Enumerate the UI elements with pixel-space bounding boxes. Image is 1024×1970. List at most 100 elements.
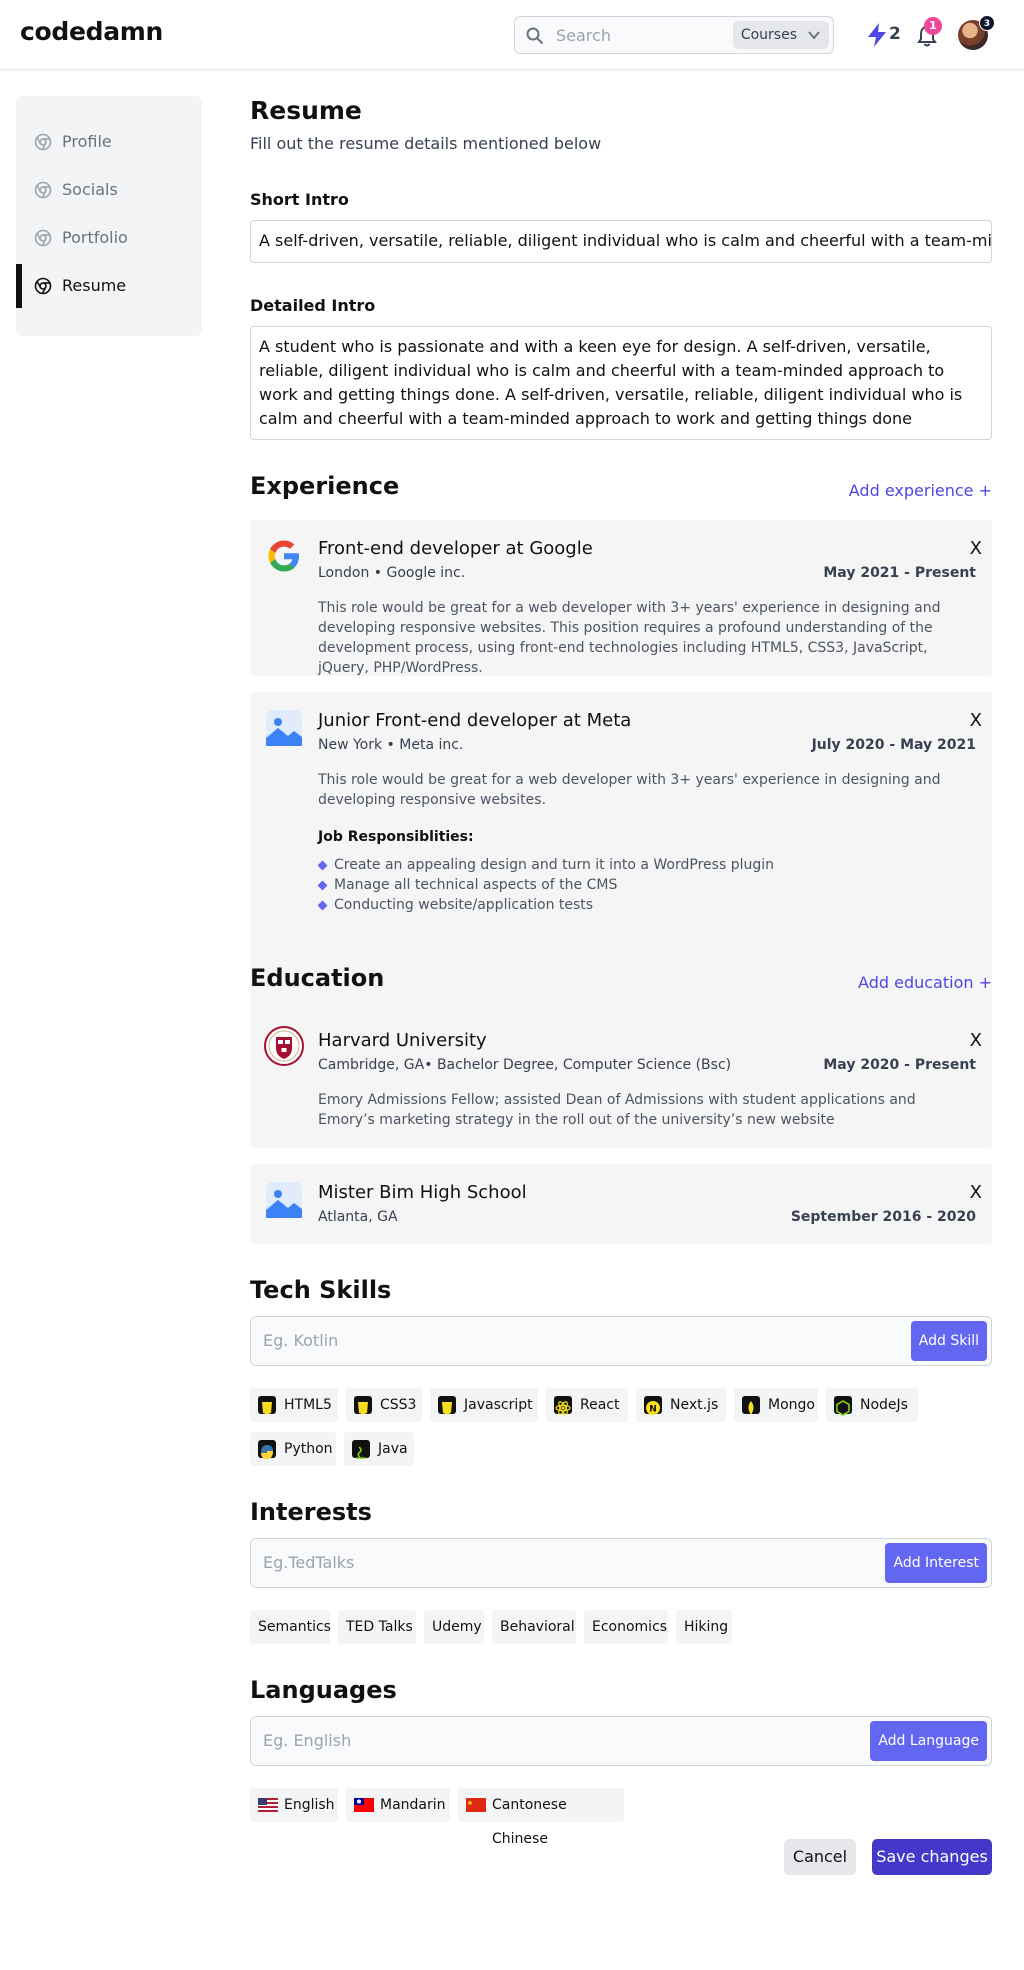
sidebar-item-label: Socials [62, 180, 118, 199]
education-title-text: Mister Bim High School [318, 1182, 527, 1203]
education-description: Emory Admissions Fellow; assisted Dean o… [318, 1092, 916, 1128]
sidebar-item-label: Portfolio [62, 228, 128, 247]
page-title: Resume [250, 96, 362, 125]
add-language-button[interactable]: Add Language [870, 1721, 987, 1761]
chrome-icon [34, 277, 52, 295]
courses-dropdown[interactable]: Courses [732, 21, 829, 49]
html5-icon [258, 1396, 276, 1415]
education-card: Harvard University Cambridge, GA• Bachel… [250, 1012, 992, 1148]
cancel-button[interactable]: Cancel [784, 1839, 856, 1875]
education-date: September 2016 - 2020 [790, 1209, 976, 1225]
experience-description: This role would be great for a web devel… [318, 772, 941, 808]
top-nav: codedamn Search Courses 2 1 3 [0, 0, 1024, 70]
education-date: May 2020 - Present [823, 1057, 976, 1073]
education-meta: Atlanta, GA [318, 1209, 398, 1225]
search-bar[interactable]: Search Courses [514, 16, 834, 54]
interest-input[interactable]: Eg.TedTalks [263, 1553, 354, 1572]
skill-chip-mongo[interactable]: Mongo [734, 1388, 818, 1422]
remove-education-button[interactable]: X [970, 1182, 982, 1203]
sidebar-item-portfolio[interactable]: Portfolio [16, 216, 202, 260]
responsibility-item: Create an appealing design and turn it i… [317, 857, 774, 873]
css3-icon [354, 1396, 372, 1415]
education-title: Education [250, 964, 385, 992]
svg-text:N: N [649, 1405, 657, 1415]
experience-title-text: Junior Front-end developer at Meta [318, 710, 632, 731]
language-chip[interactable]: Mandarin [346, 1788, 450, 1822]
responsibility-item: Conducting website/application tests [317, 897, 593, 913]
detailed-intro-field[interactable]: A student who is passionate and with a k… [250, 326, 992, 440]
courses-dropdown-label: Courses [740, 27, 797, 43]
bullet-icon [317, 880, 328, 891]
skill-chip-css3[interactable]: CSS3 [346, 1388, 422, 1422]
notification-badge: 1 [924, 17, 942, 35]
education-card: Mister Bim High School Atlanta, GA Septe… [250, 1164, 992, 1244]
sidebar-item-resume[interactable]: Resume [16, 264, 202, 308]
nodejs-icon [834, 1396, 852, 1416]
language-input-row: Eg. English Add Language [250, 1716, 992, 1766]
add-experience-link[interactable]: Add experience + [849, 481, 992, 500]
responsibility-item: Manage all technical aspects of the CMS [317, 877, 617, 893]
skill-chip-nextjs[interactable]: N Next.js [636, 1388, 726, 1422]
experience-date: July 2020 - May 2021 [811, 737, 976, 753]
bullet-icon [317, 900, 328, 911]
us-flag-icon [258, 1798, 278, 1812]
image-placeholder-icon [266, 1182, 302, 1218]
settings-sidebar: Profile Socials Portfolio Resume [16, 96, 202, 336]
skill-chip-java[interactable]: Java [344, 1432, 414, 1466]
java-icon [352, 1440, 370, 1459]
add-interest-button[interactable]: Add Interest [885, 1543, 987, 1583]
experience-title: Experience [250, 472, 400, 500]
interest-chip[interactable]: Economics [584, 1610, 668, 1644]
skill-chip-nodejs[interactable]: NodeJs [826, 1388, 918, 1422]
image-placeholder-icon [266, 710, 302, 746]
interest-chip[interactable]: TED Talks [338, 1610, 416, 1644]
nextjs-icon: N [644, 1396, 662, 1415]
experience-meta: London • Google inc. [318, 565, 466, 581]
education-meta: Cambridge, GA• Bachelor Degree, Computer… [318, 1057, 732, 1073]
add-education-link[interactable]: Add education + [858, 973, 992, 992]
interest-chip[interactable]: Behavioral [492, 1610, 576, 1644]
tech-skills-title: Tech Skills [250, 1276, 392, 1304]
skill-chip-react[interactable]: React [546, 1388, 628, 1422]
skill-input-row: Eg. Kotlin Add Skill [250, 1316, 992, 1366]
javascript-icon [438, 1396, 456, 1415]
chrome-icon [34, 181, 52, 199]
education-title-text: Harvard University [318, 1030, 487, 1051]
interest-chip[interactable]: Semantics [250, 1610, 331, 1644]
remove-education-button[interactable]: X [970, 1030, 982, 1051]
remove-experience-button[interactable]: X [970, 538, 982, 559]
save-button[interactable]: Save changes [872, 1839, 992, 1875]
add-skill-button[interactable]: Add Skill [910, 1321, 987, 1361]
remove-experience-button[interactable]: X [970, 710, 982, 731]
lightning-icon[interactable] [866, 22, 888, 48]
avatar-badge: 3 [979, 15, 995, 31]
sidebar-item-socials[interactable]: Socials [16, 168, 202, 212]
experience-date: May 2021 - Present [823, 565, 976, 581]
harvard-crest-icon [264, 1026, 304, 1066]
chrome-icon [34, 133, 52, 151]
chrome-icon [34, 229, 52, 247]
skill-chip-javascript[interactable]: Javascript [430, 1388, 538, 1422]
languages-title: Languages [250, 1676, 397, 1704]
taiwan-flag-icon [354, 1798, 374, 1812]
skill-chip-python[interactable]: Python [250, 1432, 336, 1466]
interests-title: Interests [250, 1498, 372, 1526]
google-logo-icon [268, 540, 299, 572]
language-input[interactable]: Eg. English [263, 1731, 351, 1750]
language-chip[interactable]: English [250, 1788, 338, 1822]
language-chip[interactable]: Cantonese Chinese [458, 1788, 624, 1847]
interest-chip[interactable]: Hiking [676, 1610, 732, 1644]
skill-chip-html5[interactable]: HTML5 [250, 1388, 338, 1422]
logo[interactable]: codedamn [20, 17, 163, 46]
mongo-icon [742, 1396, 760, 1415]
sidebar-item-profile[interactable]: Profile [16, 120, 202, 164]
search-input[interactable]: Search [556, 26, 611, 45]
short-intro-field[interactable]: A self-driven, versatile, reliable, dili… [250, 220, 992, 263]
sidebar-item-label: Profile [62, 132, 112, 151]
experience-meta: New York • Meta inc. [318, 737, 464, 753]
experience-description: This role would be great for a web devel… [318, 600, 941, 676]
chevron-down-icon [808, 31, 820, 40]
interest-chip[interactable]: Udemy [424, 1610, 484, 1644]
skill-input[interactable]: Eg. Kotlin [263, 1331, 338, 1350]
react-icon [554, 1396, 572, 1415]
